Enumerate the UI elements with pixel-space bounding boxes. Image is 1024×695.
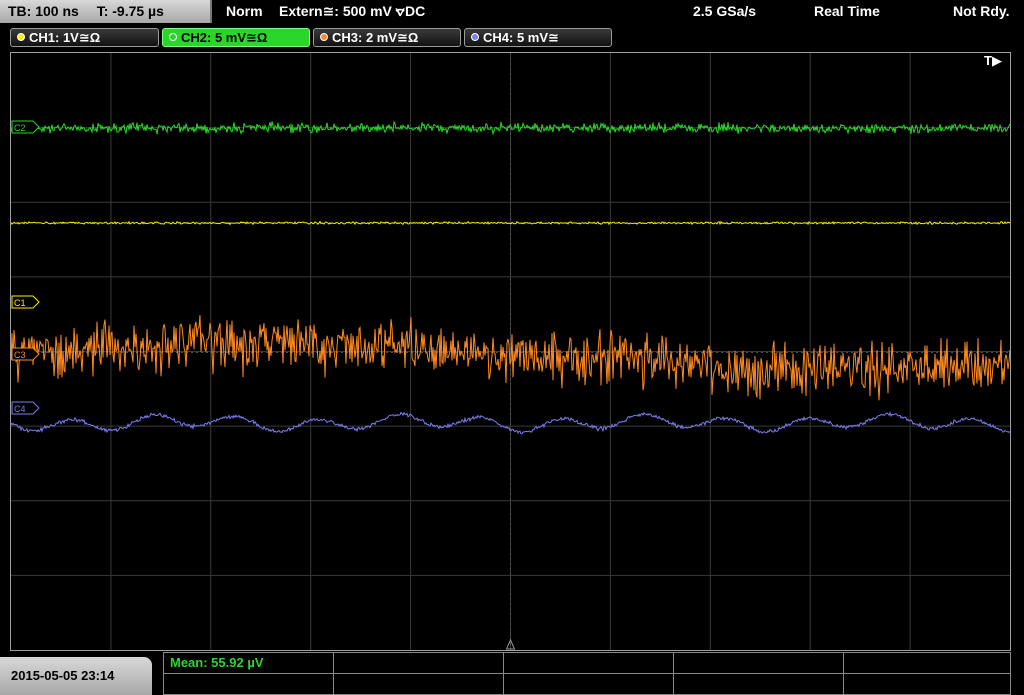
timebase-box[interactable]: TB: 100 ns T: -9.75 µs	[0, 0, 212, 23]
timebase-value: TB: 100 ns	[8, 3, 79, 19]
channel-tab-ch4[interactable]: CH4: 5 mV≅	[464, 28, 612, 47]
ch4-color-icon	[471, 33, 479, 41]
measurement-cell[interactable]	[844, 653, 1010, 674]
channel-marker-label: C2	[14, 123, 26, 133]
waveform-canvas: C1 C2 C3 C4	[11, 53, 1010, 650]
measurement-cell[interactable]	[504, 674, 674, 695]
channel-tab-ch1[interactable]: CH1: 1V≅Ω	[10, 28, 159, 47]
channel-marker-label: C4	[14, 404, 26, 414]
ground-level-icon-ch4: C4	[11, 401, 40, 415]
measurement-cell[interactable]	[844, 674, 1010, 695]
ch3-label: CH3: 2 mV≅Ω	[332, 30, 419, 45]
trigger-level-marker[interactable]: T▶	[984, 53, 1002, 69]
ground-level-icon-ch2: C2	[11, 120, 40, 134]
trigger-source[interactable]: Extern≅: 500 mV ⦡DC	[279, 3, 425, 20]
measurement-cell[interactable]	[504, 653, 674, 674]
measurement-cell[interactable]	[334, 653, 504, 674]
measurement-cell[interactable]	[674, 674, 844, 695]
date-time-display: 2015-05-05 23:14	[0, 657, 152, 695]
measurement-cell[interactable]	[164, 674, 334, 695]
ch3-color-icon	[320, 33, 328, 41]
ch2-label: CH2: 5 mV≅Ω	[181, 30, 268, 45]
channel-tab-ch2[interactable]: CH2: 5 mV≅Ω	[162, 28, 310, 47]
ch1-label: CH1: 1V≅Ω	[29, 30, 101, 45]
ground-level-icon-ch3: C3	[11, 347, 40, 361]
channel-marker-label: C3	[14, 350, 26, 360]
top-status-bar: TB: 100 ns T: -9.75 µs Norm Extern≅: 500…	[0, 0, 1024, 24]
measurement-cell[interactable]	[334, 674, 504, 695]
waveform-display[interactable]: C1 C2 C3 C4	[10, 52, 1011, 651]
ch4-label: CH4: 5 mV≅	[483, 30, 559, 45]
trigger-time-value: T: -9.75 µs	[96, 3, 164, 19]
ground-level-icon-ch1: C1	[11, 295, 40, 309]
measurement-cell-mean[interactable]: Mean: 55.92 µV	[164, 653, 334, 674]
mean-measurement: Mean: 55.92 µV	[170, 655, 264, 670]
channel-level-markers: C1 C2 C3 C4	[11, 120, 40, 415]
acquisition-status: Not Rdy.	[953, 3, 1010, 19]
ch1-color-icon	[17, 33, 25, 41]
ch2-color-icon	[169, 33, 177, 41]
acquisition-mode: Real Time	[814, 3, 880, 19]
trigger-mode[interactable]: Norm	[226, 3, 263, 19]
measurement-table: Mean: 55.92 µV	[163, 652, 1011, 695]
channel-tab-ch3[interactable]: CH3: 2 mV≅Ω	[313, 28, 461, 47]
sample-rate: 2.5 GSa/s	[693, 3, 757, 19]
measurement-cell[interactable]	[674, 653, 844, 674]
channel-marker-label: C1	[14, 298, 26, 308]
